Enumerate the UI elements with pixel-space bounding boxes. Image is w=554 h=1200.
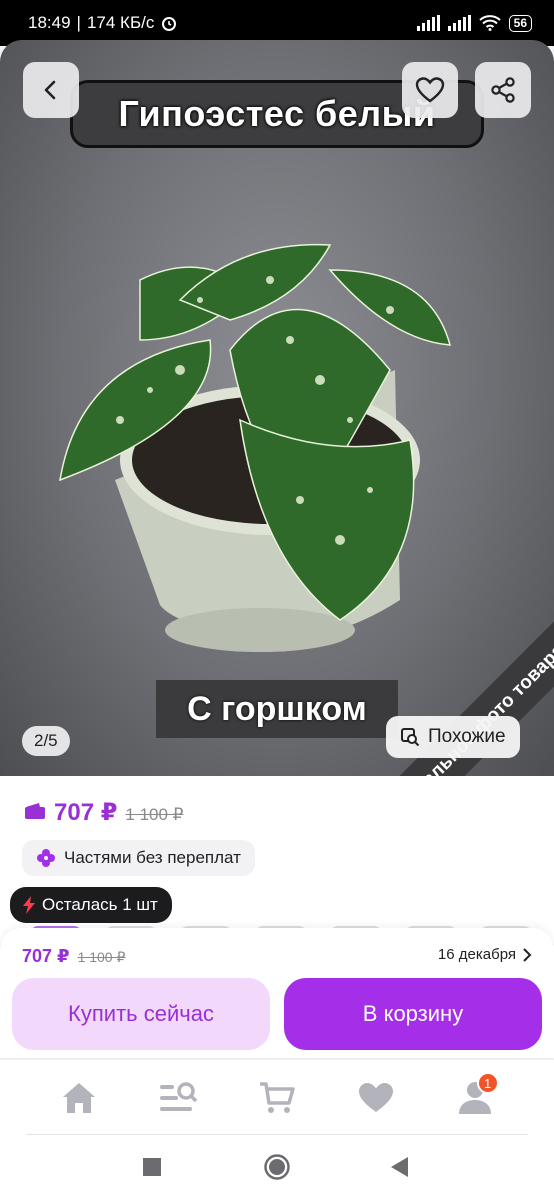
signal-icon-2: [447, 15, 471, 31]
system-nav-bar: [0, 1135, 554, 1200]
wifi-icon: [478, 15, 501, 31]
network-speed: 174 КБ/с: [86, 13, 155, 32]
chevron-left-icon: [44, 80, 56, 100]
buy-panel-price: 707 ₽ 1 100 ₽: [22, 946, 125, 967]
photo-label: С горшком: [156, 680, 398, 738]
home-icon: [63, 1083, 96, 1113]
flower-icon: [37, 849, 55, 867]
share-icon: [491, 77, 515, 103]
buy-panel: 707 ₽ 1 100 ₽ 16 декабря Купить сейчас В…: [0, 928, 554, 1058]
nav-catalog[interactable]: [150, 1070, 206, 1126]
nav-cart[interactable]: [249, 1070, 305, 1126]
current-price: 707 ₽: [54, 799, 118, 826]
favorite-button[interactable]: [402, 62, 458, 118]
photo-counter: 2/5: [22, 726, 70, 756]
plant-image: [59, 243, 451, 652]
back-button[interactable]: [23, 62, 79, 118]
similar-search-icon: [401, 728, 420, 747]
buy-panel-current-price: 707 ₽: [22, 946, 70, 966]
chevron-right-icon: [523, 947, 532, 962]
similar-label: Похожие: [428, 726, 506, 747]
old-price: 1 100 ₽: [125, 805, 184, 824]
similar-button[interactable]: Похожие: [386, 716, 520, 758]
status-time: 18:49: [28, 13, 71, 32]
nav-profile[interactable]: 1: [447, 1070, 503, 1126]
profile-badge: 1: [476, 1072, 499, 1094]
lightning-icon: [23, 896, 35, 914]
delivery-date-link[interactable]: 16 декабря: [438, 946, 532, 963]
recent-apps-icon[interactable]: [143, 1158, 161, 1176]
heart-icon: [415, 77, 445, 103]
product-photo[interactable]: Гипоэстес белый С горшком Реальное фото …: [0, 40, 554, 780]
add-to-cart-button[interactable]: В корзину: [284, 978, 542, 1050]
nav-home[interactable]: [51, 1070, 107, 1126]
bottom-nav: 1: [0, 1060, 554, 1136]
catalog-search-icon: [160, 1082, 198, 1111]
nav-favorites[interactable]: [348, 1070, 404, 1126]
installments-label: Частями без переплат: [64, 848, 241, 867]
product-screen: 18:49 | 174 КБ/с 56 Гипоэстес белый С го…: [0, 0, 554, 1200]
alarm-icon: [162, 17, 177, 31]
delivery-date: 16 декабря: [437, 946, 516, 963]
stock-badge: Осталась 1 шт: [10, 887, 172, 923]
battery-icon: 56: [508, 14, 532, 32]
installments-chip[interactable]: Частями без переплат: [22, 840, 255, 876]
stock-label: Осталась 1 шт: [42, 895, 158, 914]
back-triangle-icon[interactable]: [391, 1157, 409, 1177]
home-button-icon[interactable]: [263, 1153, 291, 1181]
signal-icon: [416, 15, 440, 31]
buy-panel-old-price: 1 100 ₽: [77, 949, 126, 965]
buy-now-button[interactable]: Купить сейчас: [12, 978, 270, 1050]
price-row: 707 ₽ 1 100 ₽: [24, 798, 184, 827]
heart-icon: [358, 1083, 393, 1112]
cart-icon: [259, 1082, 295, 1113]
wallet-icon: [25, 803, 45, 819]
share-button[interactable]: [475, 62, 531, 118]
